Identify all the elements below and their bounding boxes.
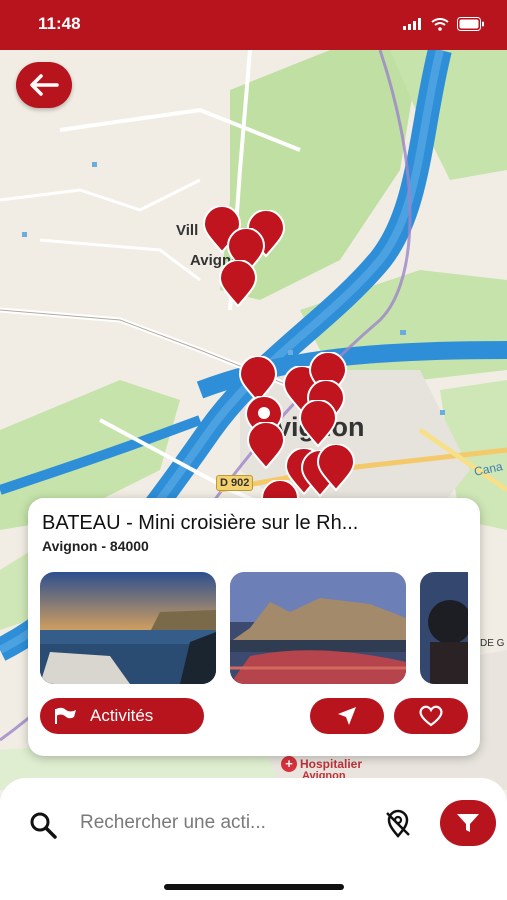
navigate-button[interactable] bbox=[310, 698, 384, 734]
activity-title: BATEAU - Mini croisière sur le Rh... bbox=[42, 512, 359, 534]
arrow-left-icon bbox=[30, 74, 59, 96]
hospital-icon: + bbox=[281, 756, 297, 772]
wifi-icon bbox=[431, 17, 449, 31]
battery-icon bbox=[457, 17, 484, 31]
map-pin[interactable] bbox=[316, 444, 356, 492]
map-label-edge: DE G bbox=[480, 638, 505, 649]
location-off-button[interactable] bbox=[378, 804, 418, 844]
photo-carousel[interactable] bbox=[40, 572, 468, 684]
signal-icon bbox=[403, 18, 421, 30]
bottom-search-bar bbox=[0, 778, 507, 900]
search-icon[interactable] bbox=[28, 810, 58, 845]
location-off-icon bbox=[386, 809, 410, 838]
filter-button[interactable] bbox=[440, 800, 496, 846]
heart-icon bbox=[419, 705, 443, 727]
map-pin[interactable] bbox=[218, 260, 258, 308]
navigation-arrow-icon bbox=[338, 707, 356, 725]
map-label-villeneuve: Vill bbox=[176, 222, 199, 239]
map-pin[interactable] bbox=[298, 400, 338, 448]
photo-2[interactable] bbox=[230, 572, 406, 684]
filter-funnel-icon bbox=[457, 814, 479, 832]
status-time: 11:48 bbox=[38, 14, 81, 33]
map-pin[interactable] bbox=[246, 422, 286, 470]
status-icons bbox=[403, 17, 485, 31]
road-label-d902: D 902 bbox=[216, 475, 254, 491]
favorite-button[interactable] bbox=[394, 698, 468, 734]
back-button[interactable] bbox=[16, 62, 72, 108]
photo-1[interactable] bbox=[40, 572, 216, 684]
flag-icon bbox=[55, 707, 76, 724]
home-indicator bbox=[164, 884, 344, 890]
activity-card[interactable]: BATEAU - Mini croisière sur le Rh... Avi… bbox=[28, 498, 480, 756]
map-label-hospital: Hospitalier bbox=[300, 757, 363, 771]
activities-button[interactable]: Activités bbox=[40, 698, 204, 734]
photo-3[interactable] bbox=[420, 572, 468, 684]
status-bar: 11:48 bbox=[0, 0, 507, 50]
search-input[interactable] bbox=[80, 806, 330, 840]
activity-location: Avignon - 84000 bbox=[42, 538, 149, 554]
activities-label: Activités bbox=[90, 706, 154, 725]
